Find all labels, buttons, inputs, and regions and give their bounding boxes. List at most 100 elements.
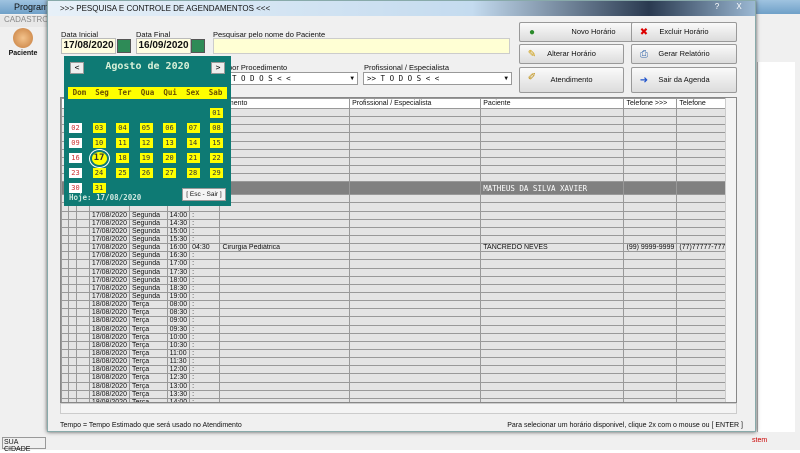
calendar-day[interactable]: 13 <box>163 138 176 148</box>
cell-tel1 <box>623 164 678 175</box>
system-button[interactable]: stem <box>752 437 767 444</box>
table-row[interactable]: 18/08/2020 Terça 09:00: <box>61 316 736 326</box>
calendar-day[interactable]: 02 <box>69 123 82 133</box>
table-row[interactable]: 17/08/2020 Segunda 19:00: <box>61 291 736 302</box>
vertical-scrollbar[interactable] <box>725 98 736 402</box>
table-row[interactable]: 17/08/2020 Segunda 16:00 04:30 Cirurgia Pedi… <box>61 243 736 253</box>
horizontal-scrollbar[interactable] <box>60 403 737 414</box>
cell <box>75 275 90 285</box>
calendar-day[interactable]: 30 <box>69 183 82 193</box>
cell-proc <box>219 124 351 134</box>
atendimento-button[interactable]: ✐ Atendimento <box>519 67 624 93</box>
cell <box>61 275 69 285</box>
table-row[interactable]: 18/08/2020 Terça 12:30: <box>61 373 736 383</box>
table-row[interactable]: 18/08/2020 Terça 08:00: <box>61 300 736 310</box>
prev-month-button[interactable]: < <box>70 62 84 74</box>
cell-data: 18/08/2020 <box>88 340 130 350</box>
calendar-day[interactable]: 26 <box>139 168 153 178</box>
calendar-day[interactable]: 07 <box>186 123 200 133</box>
calendar-day[interactable]: 20 <box>163 153 176 163</box>
calendar-icon[interactable] <box>117 39 131 53</box>
calendar-day[interactable]: 15 <box>210 138 223 148</box>
calendar-day[interactable]: 16 <box>69 153 82 163</box>
table-row[interactable]: 18/08/2020 Terça 10:30: <box>61 340 736 350</box>
calendar-day[interactable]: 31 <box>92 183 106 193</box>
table-row[interactable]: 18/08/2020 Terça 11:30: <box>61 357 736 367</box>
sair-agenda-button[interactable]: ➜ Sair da Agenda <box>631 67 737 93</box>
calendar-day[interactable]: 29 <box>210 168 223 178</box>
calendar-day[interactable]: 06 <box>163 123 176 133</box>
table-row[interactable]: 17/08/2020 Segunda 15:00: <box>61 226 736 236</box>
table-row[interactable]: 17/08/2020 Segunda 14:00: <box>61 210 736 220</box>
dialog-title: >>> PESQUISA E CONTROLE DE AGENDAMENTOS … <box>60 4 271 13</box>
calendar-day[interactable]: 18 <box>116 153 129 163</box>
excluir-horario-button[interactable]: ✖ Excluir Horário <box>631 22 737 42</box>
calendar-day[interactable]: 19 <box>139 153 153 163</box>
procedimento-select[interactable]: T O D O S < < ▼ <box>228 72 358 85</box>
calendar-day[interactable]: 09 <box>69 138 82 148</box>
table-row[interactable]: 18/08/2020 Terça 09:30: <box>61 324 736 334</box>
cell-tel1 <box>623 291 678 302</box>
profissional-select[interactable]: >> T O D O S < < ▼ <box>363 72 512 85</box>
close-button[interactable]: X <box>729 2 749 14</box>
calendar-day[interactable]: 11 <box>116 138 129 148</box>
cell <box>349 194 482 204</box>
calendar-day[interactable]: 28 <box>186 168 200 178</box>
calendar-day[interactable]: 14 <box>186 138 200 148</box>
cell-tempo: : <box>189 373 221 383</box>
cell-dia: Segunda <box>128 226 168 236</box>
table-row[interactable]: 17/08/2020 Segunda 17:00: <box>61 259 736 269</box>
calendar-day[interactable]: 27 <box>163 168 176 178</box>
calendar-day[interactable]: 12 <box>139 138 153 148</box>
table-row[interactable]: 18/08/2020 Terça 08:30: <box>61 308 736 318</box>
table-row[interactable]: 18/08/2020 Terça 10:00: <box>61 332 736 342</box>
calendar-day[interactable]: 22 <box>210 153 223 163</box>
cell-hora: 19:00 <box>166 291 191 302</box>
cell <box>75 340 90 350</box>
calendar-day[interactable]: 25 <box>116 168 129 178</box>
calendar-day[interactable]: 04 <box>116 123 129 133</box>
calendar-day[interactable]: 23 <box>69 168 82 178</box>
table-row[interactable]: 17/08/2020 Segunda 16:30: <box>61 251 736 261</box>
calendar-day[interactable]: 08 <box>210 123 223 133</box>
next-month-button[interactable]: > <box>211 62 225 74</box>
calendar-day[interactable]: 17 <box>91 152 107 165</box>
data-final-field[interactable]: 16/09/2020 <box>136 38 191 54</box>
gerar-relatorio-button[interactable]: ⎙ Gerar Relatório <box>631 44 737 64</box>
cell <box>61 332 69 342</box>
calendar-day[interactable]: 24 <box>92 168 106 178</box>
cell <box>67 226 77 236</box>
header-procedimento[interactable]: dimento <box>219 98 351 109</box>
table-row[interactable]: 17/08/2020 Segunda 18:00: <box>61 275 736 285</box>
table-row[interactable]: 18/08/2020 Terça 12:00: <box>61 365 736 375</box>
header-paciente[interactable]: Paciente <box>480 98 625 109</box>
table-row[interactable]: 17/08/2020 Segunda 17:30: <box>61 267 736 277</box>
search-input[interactable] <box>213 38 510 54</box>
table-row[interactable]: 17/08/2020 Segunda 18:30: <box>61 283 736 293</box>
arrow-right-icon: ➜ <box>639 75 649 86</box>
calendar-icon[interactable] <box>191 39 205 53</box>
calendar-day[interactable]: 01 <box>210 108 223 118</box>
cell-data: 17/08/2020 <box>88 267 130 277</box>
table-row[interactable]: 17/08/2020 Segunda 14:30: <box>61 218 736 228</box>
calendar-day[interactable]: 03 <box>92 123 106 133</box>
table-row[interactable]: 18/08/2020 Terça 13:30: <box>61 389 736 399</box>
table-row[interactable]: 18/08/2020 Terça 13:00: <box>61 381 736 391</box>
data-inicial-field[interactable]: 17/08/2020 <box>61 38 116 54</box>
cell-tel1 <box>623 156 678 166</box>
table-row[interactable]: 18/08/2020 Terça 11:00: <box>61 348 736 359</box>
esc-sair-button[interactable]: [ Esc - Sair ] <box>182 188 226 201</box>
cell-tel1 <box>623 202 678 212</box>
help-button[interactable]: ? <box>707 2 727 14</box>
calendar-day[interactable]: 05 <box>139 123 153 133</box>
calendar-day[interactable]: 21 <box>186 153 200 163</box>
header-profissional[interactable]: Profissional / Especialista <box>349 98 482 109</box>
header-telefone[interactable]: Telefone >>> <box>623 98 678 109</box>
paciente-button[interactable]: Paciente <box>6 28 40 62</box>
cell-dia: Segunda <box>128 243 168 253</box>
menu-cadastros[interactable]: CADASTROS <box>0 15 54 27</box>
table-row[interactable]: 17/08/2020 Segunda 15:30: <box>61 234 736 245</box>
patients-icon <box>13 28 33 48</box>
alterar-horario-button[interactable]: ✎ Alterar Horário <box>519 44 624 64</box>
calendar-day[interactable]: 10 <box>92 138 106 148</box>
